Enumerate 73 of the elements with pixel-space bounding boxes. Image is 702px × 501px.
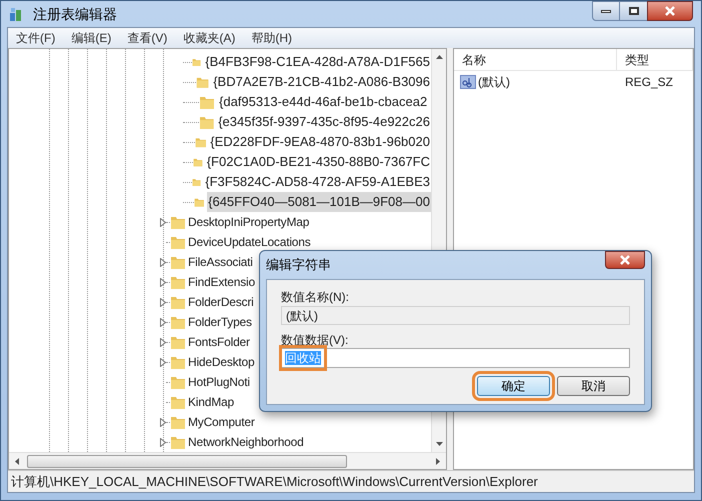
maximize-button[interactable] [620, 1, 647, 21]
close-icon [665, 6, 675, 16]
status-bar: 计算机\HKEY_LOCAL_MACHINE\SOFTWARE\Microsoft\Windows\CurrentVersion\Explorer [8, 470, 694, 492]
selected-text: 回收站 [285, 351, 321, 365]
tree-item[interactable]: DesktopIniPropertyMap [188, 216, 310, 229]
menu-item[interactable]: 查看(V) [123, 29, 172, 48]
expand-arrow-icon[interactable] [160, 418, 166, 427]
column-header[interactable]: 名称 [454, 49, 617, 70]
menu-item[interactable]: 帮助(H) [247, 29, 296, 48]
folder-icon [170, 314, 186, 330]
menu-item[interactable]: 编辑(E) [67, 29, 116, 48]
folder-icon [170, 214, 186, 230]
expand-arrow-icon[interactable] [160, 358, 166, 367]
folder-icon [170, 414, 186, 430]
tree-item[interactable]: {ED228FDF-9EA8-4870-83b1-96b020 [209, 132, 431, 152]
close-icon [620, 255, 630, 265]
menu-item[interactable]: 文件(F) [12, 29, 60, 48]
scroll-left-arrow-icon[interactable] [15, 458, 19, 465]
tree-item[interactable]: FindExtensio [188, 276, 255, 289]
scroll-up-arrow-icon[interactable] [436, 55, 442, 60]
expand-arrow-icon[interactable] [160, 218, 166, 227]
tree-item[interactable]: HotPlugNoti [188, 376, 250, 389]
tree-item[interactable]: NetworkNeighborhood [188, 436, 304, 449]
menu-item[interactable]: 收藏夹(A) [179, 29, 240, 48]
folder-icon [170, 254, 186, 270]
scrollbar-thumb[interactable] [27, 454, 347, 468]
tree-item[interactable]: MyComputer [188, 416, 255, 429]
tree-item[interactable]: {B4FB3F98-C1EA-428d-A78A-D1F565 [204, 52, 431, 72]
value-type: REG_SZ [624, 74, 674, 92]
dialog-close-button[interactable] [605, 251, 645, 269]
tree-item[interactable]: FontsFolder [188, 336, 250, 349]
folder-icon [170, 434, 186, 450]
expand-arrow-icon[interactable] [160, 318, 166, 327]
tree-item[interactable]: DeviceUpdateLocations [188, 236, 311, 249]
tree-item[interactable]: {daf95313-e44d-46af-be1b-cbacea2 [218, 92, 428, 112]
expand-arrow-icon[interactable] [160, 338, 166, 347]
folder-icon [170, 274, 186, 290]
tree-item[interactable]: HideDesktop [188, 356, 255, 369]
minimize-button[interactable] [592, 1, 620, 21]
tree-item[interactable]: {F02C1A0D-BE21-4350-88B0-7367FC [206, 152, 431, 172]
close-button[interactable] [647, 1, 693, 21]
tree-item[interactable]: FolderDescri [188, 296, 254, 309]
dialog-title: 编辑字符串 [266, 256, 331, 274]
tree-item[interactable]: FileAssociati [188, 256, 253, 269]
expand-arrow-icon[interactable] [160, 438, 166, 447]
value-name[interactable]: (默认) [478, 73, 510, 92]
scroll-right-arrow-icon[interactable] [436, 458, 440, 465]
value-name-label: 数值名称(N): [281, 289, 350, 304]
tree-item[interactable]: {BD7A2E7B-21CB-41b2-A086-B3096 [212, 72, 431, 92]
horizontal-scrollbar[interactable] [9, 452, 446, 470]
cancel-button[interactable]: 取消 [557, 376, 630, 396]
folder-icon [170, 234, 186, 250]
window-title: 注册表编辑器 [33, 4, 117, 24]
tree-item[interactable]: {645FFO40—5081—101B—9F08—00 [207, 192, 431, 212]
expand-arrow-icon[interactable] [160, 258, 166, 267]
value-data-label: 数值数据(V): [281, 332, 350, 347]
folder-icon [199, 94, 215, 110]
folder-icon [170, 374, 186, 390]
tree-item[interactable]: {e345f35f-9397-435c-8f95-4e922c26 [217, 112, 431, 132]
value-name-field[interactable]: (默认) [281, 306, 630, 325]
string-value-icon [460, 75, 476, 90]
column-header[interactable]: 类型 [617, 49, 693, 70]
tree-item[interactable]: FolderTypes [188, 316, 252, 329]
tree-item[interactable]: KindMap [188, 396, 234, 409]
tree-item[interactable]: {F3F5824C-AD58-4728-AF59-A1EBE3 [204, 172, 431, 192]
folder-icon [170, 394, 186, 410]
expand-arrow-icon[interactable] [160, 298, 166, 307]
folder-icon [170, 334, 186, 350]
expand-arrow-icon[interactable] [160, 278, 166, 287]
folder-icon [198, 114, 214, 130]
scroll-down-arrow-icon[interactable] [436, 442, 442, 446]
folder-icon [170, 294, 186, 310]
folder-icon [170, 354, 186, 370]
